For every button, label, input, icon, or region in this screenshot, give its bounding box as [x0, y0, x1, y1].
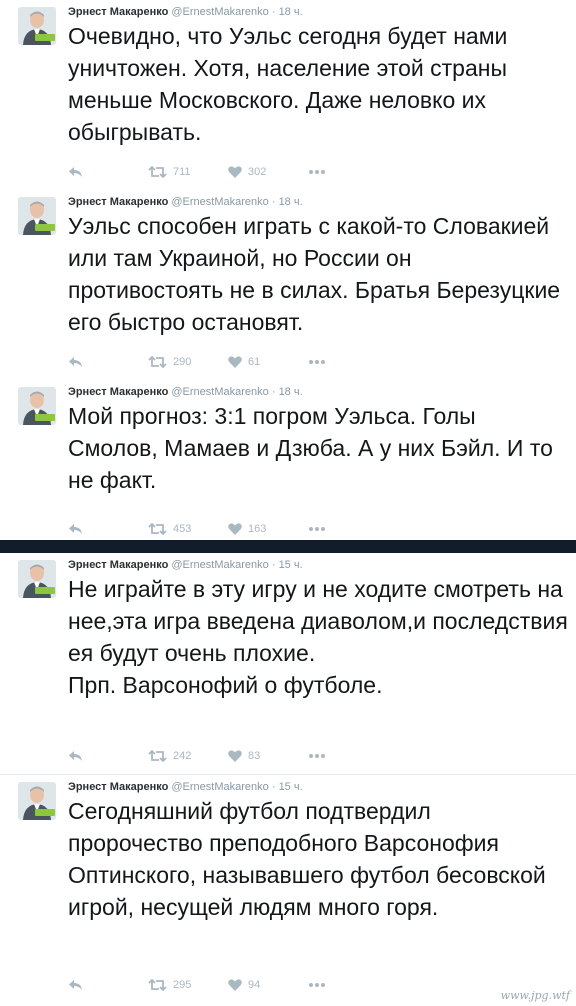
like-count: 83: [248, 750, 261, 762]
more-dots-icon: [309, 983, 325, 987]
tweet-text: Не играйте в эту игру и не ходите смотре…: [68, 576, 568, 698]
more-button[interactable]: [309, 521, 325, 537]
tweet-text: Очевидно, что Уэльс сегодня будет нами у…: [68, 23, 508, 145]
separator-dot: ·: [271, 781, 276, 793]
tweet-text: Мой прогноз: 3:1 погром Уэльса. Голы Смо…: [68, 403, 553, 493]
separator-dot: ·: [271, 386, 276, 398]
separator-dot: ·: [271, 6, 276, 18]
retweet-count: 453: [173, 523, 192, 535]
retweet-count: 711: [173, 166, 191, 178]
reply-button[interactable]: [68, 977, 83, 993]
tweet-header: Эрнест Макаренко @ErnestMakarenko · 15 ч…: [68, 559, 303, 572]
tweet-card[interactable]: Эрнест Макаренко @ErnestMakarenko · 15 ч…: [0, 553, 576, 774]
reply-icon: [69, 167, 82, 177]
tweet-time[interactable]: 15 ч.: [279, 559, 303, 571]
tweet-text: Сегодняшний футбол подтвердил пророчеств…: [68, 798, 546, 920]
tweet-header: Эрнест Макаренко @ErnestMakarenko · 15 ч…: [68, 781, 303, 794]
retweet-icon: [148, 750, 167, 762]
like-count: 302: [248, 166, 267, 178]
author-name[interactable]: Эрнест Макаренко: [68, 6, 168, 18]
separator-dot: ·: [271, 559, 276, 571]
more-dots-icon: [309, 360, 325, 364]
reply-button[interactable]: [68, 164, 83, 180]
heart-icon: [228, 166, 242, 178]
retweet-count: 242: [173, 750, 192, 762]
like-count: 163: [248, 523, 267, 535]
author-handle[interactable]: @ErnestMakarenko: [171, 6, 268, 18]
retweet-button[interactable]: 295: [148, 977, 191, 993]
tweet-time[interactable]: 18 ч.: [279, 386, 303, 398]
tweet-header: Эрнест Макаренко @ErnestMakarenko · 18 ч…: [68, 196, 303, 209]
retweet-button[interactable]: 453: [148, 521, 191, 537]
more-button[interactable]: [309, 748, 325, 764]
author-handle[interactable]: @ErnestMakarenko: [171, 196, 268, 208]
tweet-header: Эрнест Макаренко @ErnestMakarenko · 18 ч…: [68, 386, 303, 399]
retweet-count: 290: [173, 356, 192, 368]
more-dots-icon: [309, 527, 325, 531]
like-button[interactable]: 302: [228, 164, 266, 180]
retweet-icon: [148, 523, 167, 535]
author-handle[interactable]: @ErnestMakarenko: [171, 781, 268, 793]
like-count: 94: [248, 979, 261, 991]
tweet-text: Уэльс способен играть с какой-то Словаки…: [68, 213, 561, 335]
author-handle[interactable]: @ErnestMakarenko: [171, 559, 268, 571]
tweet-card[interactable]: Эрнест Макаренко @ErnestMakarenko · 18 ч…: [0, 380, 576, 540]
reply-button[interactable]: [68, 521, 83, 537]
like-button[interactable]: 94: [228, 977, 260, 993]
reply-icon: [69, 524, 82, 534]
author-name[interactable]: Эрнест Макаренко: [68, 781, 168, 793]
tweet-card[interactable]: Эрнест Макаренко @ErnestMakarenko · 15 ч…: [0, 775, 576, 1006]
retweet-button[interactable]: 290: [148, 354, 191, 370]
section-divider: [0, 540, 576, 553]
like-count: 61: [248, 356, 261, 368]
more-button[interactable]: [309, 164, 325, 180]
retweet-icon: [148, 979, 167, 991]
heart-icon: [228, 750, 242, 762]
more-dots-icon: [309, 754, 325, 758]
heart-icon: [228, 979, 242, 991]
retweet-icon: [148, 166, 167, 178]
more-button[interactable]: [309, 354, 325, 370]
reply-button[interactable]: [68, 748, 83, 764]
tweet-time[interactable]: 18 ч.: [279, 196, 303, 208]
more-button[interactable]: [309, 977, 325, 993]
avatar[interactable]: [18, 7, 56, 45]
watermark: www.jpg.wtf: [500, 989, 570, 1002]
like-button[interactable]: 83: [228, 748, 260, 764]
reply-icon: [69, 751, 82, 761]
avatar[interactable]: [18, 197, 56, 235]
retweet-icon: [148, 356, 167, 368]
reply-button[interactable]: [68, 354, 83, 370]
tweet-card[interactable]: Эрнест Макаренко @ErnestMakarenko · 18 ч…: [0, 0, 576, 190]
reply-icon: [69, 357, 82, 367]
tweet-time[interactable]: 18 ч.: [279, 6, 303, 18]
author-name[interactable]: Эрнест Макаренко: [68, 196, 168, 208]
author-name[interactable]: Эрнест Макаренко: [68, 559, 168, 571]
tweet-time[interactable]: 15 ч.: [279, 781, 303, 793]
retweet-count: 295: [173, 979, 192, 991]
like-button[interactable]: 61: [228, 354, 260, 370]
retweet-button[interactable]: 711: [148, 164, 191, 180]
heart-icon: [228, 523, 242, 535]
tweet-card[interactable]: Эрнест Макаренко @ErnestMakarenko · 18 ч…: [0, 190, 576, 380]
retweet-button[interactable]: 242: [148, 748, 191, 764]
avatar[interactable]: [18, 387, 56, 425]
more-dots-icon: [309, 170, 325, 174]
avatar[interactable]: [18, 560, 56, 598]
like-button[interactable]: 163: [228, 521, 266, 537]
author-handle[interactable]: @ErnestMakarenko: [171, 386, 268, 398]
author-name[interactable]: Эрнест Макаренко: [68, 386, 168, 398]
tweet-header: Эрнест Макаренко @ErnestMakarenko · 18 ч…: [68, 6, 303, 19]
heart-icon: [228, 356, 242, 368]
separator-dot: ·: [271, 196, 276, 208]
avatar[interactable]: [18, 782, 56, 820]
reply-icon: [69, 980, 82, 990]
